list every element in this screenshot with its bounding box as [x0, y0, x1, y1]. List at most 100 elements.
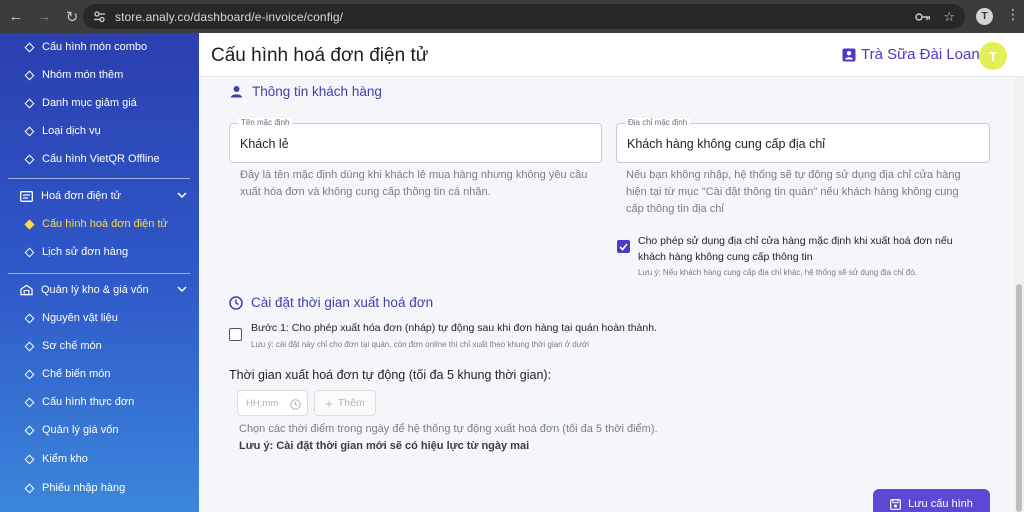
- sidebar-item-label: Kiểm kho: [42, 453, 88, 465]
- field-label: Tên mặc định: [238, 118, 293, 127]
- diamond-icon: [24, 70, 35, 80]
- person-icon: [230, 85, 244, 99]
- field-label: Địa chỉ mặc định: [625, 118, 691, 127]
- sidebar-divider: [8, 273, 190, 274]
- diamond-icon: [24, 98, 35, 108]
- diamond-icon: [24, 219, 35, 229]
- auto-time-note: Lưu ý: Cài đặt thời gian mới sẽ có hiệu …: [239, 440, 530, 452]
- step1-auto-invoice-checkbox[interactable]: [229, 328, 242, 341]
- default-address-help: Nếu bạn không nhập, hệ thống sẽ tự động …: [626, 169, 961, 215]
- default-name-field[interactable]: Tên mặc định Khách lẻ: [229, 118, 602, 163]
- sidebar-item-stock-check[interactable]: Kiểm kho: [0, 445, 199, 473]
- browser-menu-icon[interactable]: ⋮: [1006, 6, 1020, 23]
- time-placeholder: HH:mm: [246, 398, 279, 409]
- auto-time-help: Chọn các thời điểm trong ngày để hệ thốn…: [239, 423, 658, 435]
- diamond-icon: [24, 454, 35, 464]
- user-avatar[interactable]: T: [979, 42, 1007, 70]
- clock-icon: [290, 397, 301, 415]
- receipt-icon: [20, 190, 33, 203]
- diamond-icon: [24, 341, 35, 351]
- sidebar-item-label: Cấu hình món combo: [42, 41, 148, 53]
- sidebar-item-label: Danh mục giảm giá: [42, 97, 137, 109]
- auto-time-label: Thời gian xuất hoá đơn tự động (tối đa 5…: [229, 368, 552, 382]
- section-title-text: Thông tin khách hàng: [252, 84, 382, 99]
- field-value: Khách lẻ: [240, 137, 289, 151]
- store-switcher[interactable]: Trà Sữa Đài Loan: [842, 46, 980, 63]
- sidebar-group-label: Quản lý kho & giá vốn: [41, 284, 149, 296]
- address-bar[interactable]: store.analy.co/dashboard/e-invoice/confi…: [83, 4, 965, 29]
- save-label: Lưu cấu hình: [908, 498, 973, 510]
- use-store-address-checkbox[interactable]: [617, 240, 630, 253]
- customer-section-title: Thông tin khách hàng: [230, 84, 382, 99]
- add-time-label: Thêm: [337, 397, 365, 409]
- sidebar-item-label: Sơ chế món: [42, 340, 102, 352]
- sidebar-item-label: Phiếu nhập hàng: [42, 482, 126, 494]
- back-icon[interactable]: ←: [4, 5, 28, 29]
- diamond-icon: [24, 483, 35, 493]
- sidebar-item-dish-processing[interactable]: Chế biến món: [0, 360, 199, 388]
- browser-toolbar: ← → ↻ store.analy.co/dashboard/e-invoice…: [0, 0, 1024, 33]
- bookmark-star-icon[interactable]: ☆: [943, 9, 955, 25]
- save-config-button[interactable]: Lưu cấu hình: [873, 489, 990, 512]
- plus-icon: +: [325, 395, 333, 411]
- sidebar-item-label: Chế biến món: [42, 368, 111, 380]
- profile-avatar[interactable]: T: [976, 8, 993, 25]
- sidebar-item-label: Lịch sử đơn hàng: [42, 246, 129, 258]
- store-name: Trà Sữa Đài Loan: [861, 46, 980, 63]
- sidebar-item-label: Cấu hình hoá đơn điện tử: [42, 218, 168, 230]
- add-time-button[interactable]: + Thêm: [314, 390, 376, 416]
- reload-icon[interactable]: ↻: [60, 5, 84, 29]
- sidebar-item-materials[interactable]: Nguyên vật liệu: [0, 304, 199, 332]
- scrollbar-thumb[interactable]: [1016, 284, 1022, 512]
- site-settings-icon[interactable]: [91, 9, 107, 25]
- diamond-icon: [24, 425, 35, 435]
- sidebar-group-label: Hoá đơn điện tử: [41, 190, 122, 202]
- sidebar-item-label: Nguyên vật liệu: [42, 312, 118, 324]
- section-title-text: Cài đặt thời gian xuất hoá đơn: [251, 295, 434, 310]
- diamond-icon: [24, 247, 35, 257]
- save-disk-icon: [890, 498, 901, 510]
- sidebar-item-purchase-receipts[interactable]: Phiếu nhập hàng: [0, 474, 199, 502]
- sidebar-item-order-history[interactable]: Lịch sử đơn hàng: [0, 238, 199, 266]
- sidebar-item-label: Cấu hình VietQR Offline: [42, 153, 160, 165]
- step1-label[interactable]: Bước 1: Cho phép xuất hóa đơn (nháp) tự …: [251, 320, 811, 336]
- diamond-icon: [24, 42, 35, 52]
- diamond-icon: [24, 397, 35, 407]
- chevron-down-icon: [177, 284, 187, 296]
- field-value: Khách hàng không cung cấp địa chỉ: [627, 137, 826, 151]
- default-name-help: Đây là tên mặc định dùng khi khách lẻ mu…: [240, 169, 588, 198]
- sidebar-group-inventory[interactable]: Quản lý kho & giá vốn: [0, 276, 199, 304]
- password-key-icon[interactable]: [915, 12, 931, 22]
- sidebar-group-e-invoice[interactable]: Hoá đơn điện tử: [0, 182, 199, 210]
- default-address-field[interactable]: Địa chỉ mặc định Khách hàng không cung c…: [616, 118, 990, 163]
- sidebar-item-cost-management[interactable]: Quản lý giá vốn: [0, 416, 199, 444]
- chevron-down-icon: [177, 190, 187, 202]
- sidebar: Cấu hình món combo Nhóm món thêm Danh mụ…: [0, 33, 199, 512]
- time-picker-input[interactable]: HH:mm: [237, 390, 308, 416]
- sidebar-item-label: Cấu hình thực đơn: [42, 396, 135, 408]
- page-title: Cấu hình hoá đơn điện tử: [211, 45, 429, 66]
- diamond-icon: [24, 369, 35, 379]
- diamond-icon: [24, 313, 35, 323]
- sidebar-item-e-invoice-config[interactable]: Cấu hình hoá đơn điện tử: [0, 210, 199, 238]
- page-header: Cấu hình hoá đơn điện tử Trà Sữa Đài Loa…: [199, 33, 1024, 77]
- use-store-address-label[interactable]: Cho phép sử dụng địa chỉ cửa hàng mặc đị…: [638, 233, 978, 265]
- sidebar-item-prep-dishes[interactable]: Sơ chế món: [0, 332, 199, 360]
- sidebar-item-vietqr-offline[interactable]: Cấu hình VietQR Offline: [0, 145, 199, 173]
- sidebar-item-discount-categories[interactable]: Danh mục giảm giá: [0, 89, 199, 117]
- url-text: store.analy.co/dashboard/e-invoice/confi…: [115, 9, 344, 24]
- page-scrollbar[interactable]: [1014, 77, 1024, 512]
- sidebar-item-addon-groups[interactable]: Nhóm món thêm: [0, 61, 199, 89]
- sidebar-item-service-types[interactable]: Loại dịch vụ: [0, 117, 199, 145]
- time-section-title: Cài đặt thời gian xuất hoá đơn: [229, 295, 433, 310]
- inventory-icon: [20, 284, 33, 297]
- diamond-icon: [24, 154, 35, 164]
- checkmark-icon: [619, 242, 628, 251]
- sidebar-divider: [8, 178, 190, 179]
- sidebar-item-combo-config[interactable]: Cấu hình món combo: [0, 33, 199, 61]
- sidebar-item-menu-config[interactable]: Cấu hình thực đơn: [0, 388, 199, 416]
- sidebar-item-label: Loại dịch vụ: [42, 125, 101, 137]
- sidebar-item-label: Nhóm món thêm: [42, 69, 124, 81]
- diamond-icon: [24, 126, 35, 136]
- forward-icon[interactable]: →: [32, 5, 56, 29]
